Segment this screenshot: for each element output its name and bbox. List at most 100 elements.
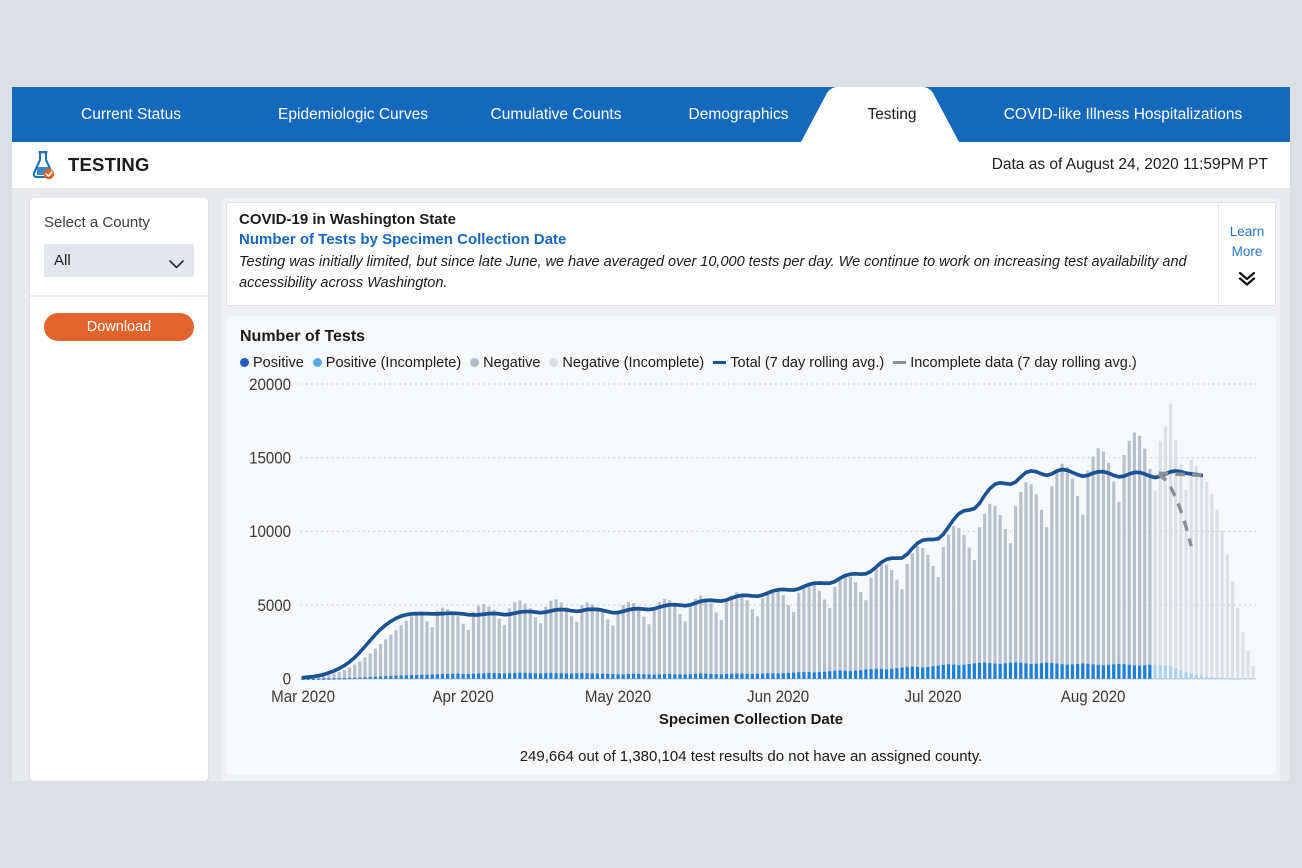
bar-negative <box>1133 432 1136 678</box>
bar-negative <box>591 604 594 679</box>
bar-positive <box>746 674 749 679</box>
tab-covid-like-illness-hospitalizations[interactable]: COVID-like Illness Hospitalizations <box>963 87 1283 142</box>
bar-positive <box>797 672 800 678</box>
bar-positive <box>451 674 454 679</box>
bar-negative <box>1081 514 1084 678</box>
bar-negative <box>916 546 919 679</box>
bar-positive <box>544 673 547 679</box>
bar-positive <box>611 674 614 679</box>
bar-positive <box>771 673 774 678</box>
bar-negative <box>601 612 604 679</box>
bar-negative <box>343 670 346 679</box>
bar-negative <box>1215 509 1218 678</box>
legend-item[interactable]: Positive (Incomplete) <box>313 355 461 371</box>
bar-positive <box>653 674 656 678</box>
bar-negative <box>864 600 867 679</box>
bar-negative <box>332 673 335 678</box>
bar-negative <box>777 591 780 679</box>
bar-positive <box>859 670 862 679</box>
bar-positive <box>895 668 898 679</box>
bar-positive <box>942 665 945 679</box>
bar-positive <box>740 674 743 679</box>
y-axis-tick-label: 5000 <box>257 596 291 615</box>
tab-cumulative-counts[interactable]: Cumulative Counts <box>456 87 656 142</box>
bar-negative <box>684 621 687 678</box>
bar-positive <box>405 675 408 678</box>
bar-positive <box>1045 663 1048 679</box>
bar-negative <box>740 595 743 678</box>
legend-label: Positive <box>253 355 304 371</box>
bar-positive <box>472 674 475 679</box>
bar-positive <box>906 667 909 679</box>
bar-negative <box>1190 460 1193 679</box>
bar-negative <box>508 608 511 678</box>
tab-demographics[interactable]: Demographics <box>656 87 821 142</box>
bar-negative <box>988 504 991 679</box>
y-axis-tick-label: 20000 <box>249 377 291 394</box>
bar-negative <box>704 599 707 679</box>
bar-negative <box>751 609 754 679</box>
bar-positive <box>436 674 439 679</box>
bar-negative <box>1019 492 1022 679</box>
learn-more-button[interactable]: Learn More <box>1218 203 1275 305</box>
bar-negative <box>503 625 506 679</box>
bar-negative <box>394 630 397 679</box>
tab-epidemiologic-curves[interactable]: Epidemiologic Curves <box>250 87 456 142</box>
bar-negative <box>400 625 403 678</box>
bar-negative <box>456 616 459 679</box>
tab-testing[interactable]: Testing <box>821 87 963 142</box>
bar-positive <box>973 663 976 678</box>
bar-positive <box>332 678 335 679</box>
bar-positive <box>869 669 872 679</box>
legend-item[interactable]: Negative <box>470 355 540 371</box>
bar-positive <box>353 678 356 679</box>
bar-negative <box>348 667 351 678</box>
bar-positive <box>978 663 981 679</box>
bar-positive <box>446 674 449 679</box>
bar-positive <box>890 669 893 679</box>
bar-positive <box>570 674 573 679</box>
bar-negative <box>363 657 366 678</box>
bar-positive <box>554 673 557 679</box>
bar-positive <box>374 677 377 679</box>
bar-positive <box>962 665 965 679</box>
bar-negative <box>498 619 501 679</box>
bar-negative <box>797 593 800 679</box>
bar-positive <box>720 674 723 678</box>
bar-negative <box>627 602 630 679</box>
bar-positive <box>420 675 423 679</box>
tab-current-status[interactable]: Current Status <box>12 87 250 142</box>
bar-negative <box>838 579 841 679</box>
bar-negative <box>1164 427 1167 679</box>
legend-item[interactable]: Positive <box>240 355 304 371</box>
legend-item[interactable]: Incomplete data (7 day rolling avg.) <box>893 355 1137 371</box>
legend-item[interactable]: Total (7 day rolling avg.) <box>713 355 884 371</box>
bar-positive <box>694 674 697 679</box>
bar-negative <box>369 653 372 678</box>
bar-positive <box>327 678 330 679</box>
bar-positive <box>1231 678 1234 679</box>
bar-positive <box>1091 664 1094 678</box>
bar-positive <box>849 671 852 679</box>
bar-positive <box>627 674 630 679</box>
bar-negative <box>947 535 950 679</box>
bar-positive <box>756 674 759 679</box>
county-select[interactable]: All <box>44 244 194 277</box>
bar-negative <box>761 598 764 678</box>
bar-negative <box>900 589 903 678</box>
bar-negative <box>585 602 588 678</box>
bar-positive <box>415 675 418 679</box>
bar-positive <box>384 676 387 679</box>
bar-negative <box>642 617 645 679</box>
bar-positive <box>523 673 526 679</box>
download-button[interactable]: Download <box>44 313 194 341</box>
bar-positive <box>658 674 661 678</box>
bar-positive <box>1221 678 1224 679</box>
bar-negative <box>1195 466 1198 679</box>
bar-positive <box>735 673 738 678</box>
bar-negative <box>441 608 444 679</box>
legend-item[interactable]: Negative (Incomplete) <box>549 355 704 371</box>
bar-positive <box>931 666 934 679</box>
bar-positive <box>823 672 826 679</box>
bar-positive <box>503 673 506 678</box>
